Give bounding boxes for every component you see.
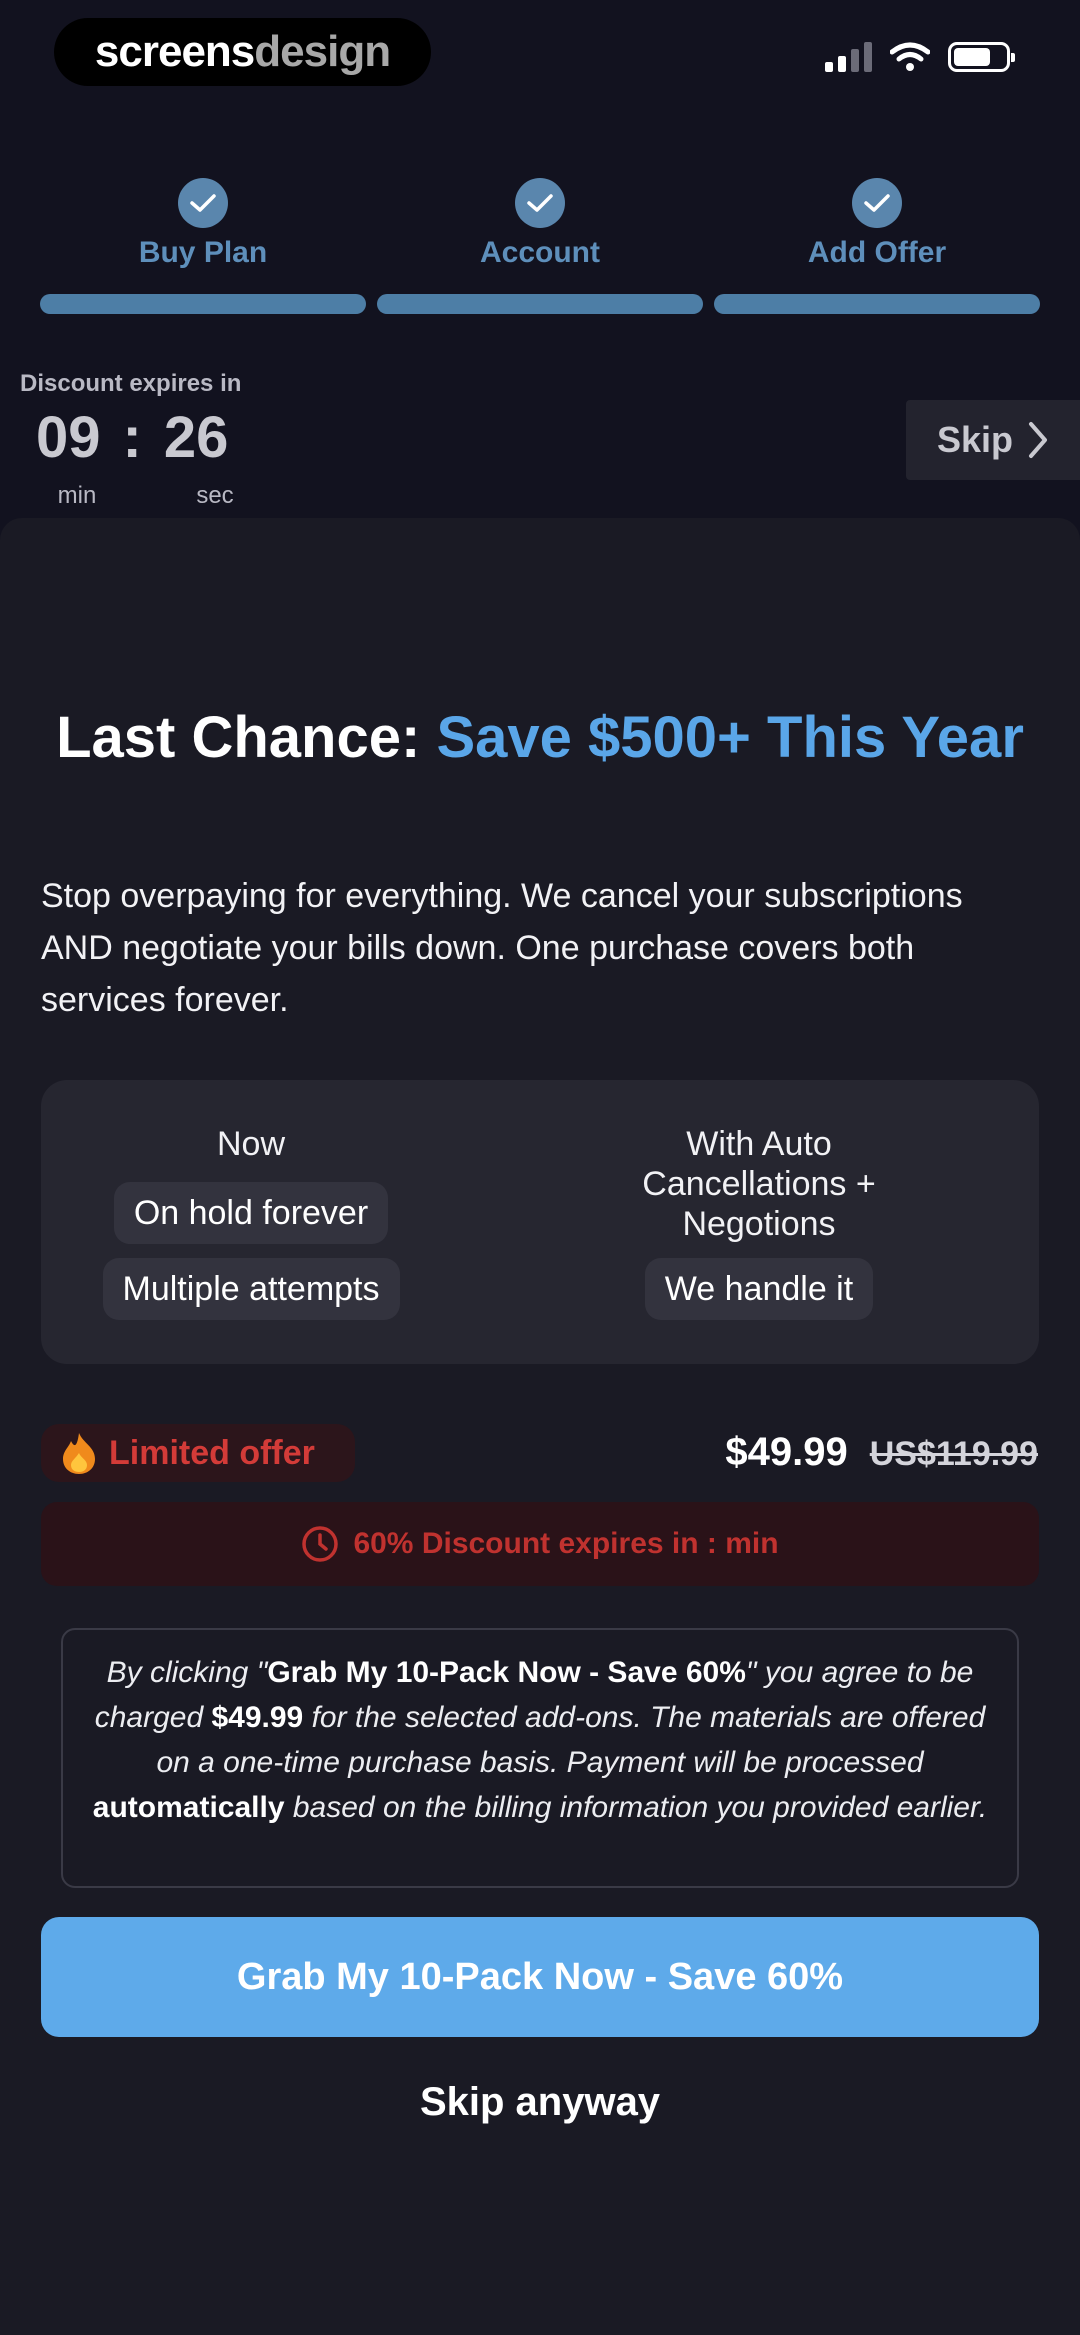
- step-label: Account: [480, 236, 600, 269]
- comparison-chip: Multiple attempts: [102, 1258, 400, 1320]
- timer-min-label: min: [57, 482, 97, 509]
- comparison-now: Now On hold forever Multiple attempts: [101, 1124, 401, 1320]
- terms-notice: By clicking "Grab My 10-Pack Now - Save …: [61, 1628, 1019, 1888]
- step-progress-bar: [714, 294, 1040, 314]
- timer-sec-label: sec: [196, 482, 234, 509]
- terms-bold: automatically: [92, 1791, 285, 1824]
- comparison-chip: We handle it: [644, 1258, 874, 1320]
- clock-icon: [302, 1526, 339, 1562]
- terms-bold: $49.99: [211, 1701, 304, 1734]
- check-icon: [852, 178, 902, 228]
- check-icon: [178, 178, 228, 228]
- limited-offer-label: Limited offer: [109, 1433, 315, 1472]
- comparison-auto: With Auto Cancellations + Negotions We h…: [609, 1124, 909, 1320]
- price-group: $49.99 US$119.99: [725, 1430, 1038, 1475]
- brand-logo: screens design: [54, 18, 431, 86]
- timer-units: min sec: [36, 482, 270, 510]
- discount-expiry-bar: 60% Discount expires in : min: [41, 1502, 1039, 1586]
- timer-title: Discount expires in: [20, 370, 242, 397]
- comparison-auto-title: With Auto Cancellations + Negotions: [642, 1125, 876, 1243]
- step-account: Account: [377, 178, 703, 314]
- skip-label: Skip: [936, 419, 1014, 460]
- comparison-chip: On hold forever: [113, 1182, 389, 1244]
- skip-button[interactable]: Skip: [906, 400, 1080, 480]
- grab-pack-button[interactable]: Grab My 10-Pack Now - Save 60%: [41, 1917, 1039, 2037]
- brand-text-design: design: [254, 27, 391, 76]
- screen: screens design Buy Plan Account Add Offe…: [0, 0, 1080, 2335]
- offer-sheet: Last Chance: Save $500+ This Year Stop o…: [0, 518, 1080, 2335]
- terms-text: based on the billing information you pro…: [284, 1791, 988, 1824]
- comparison-now-title: Now: [216, 1125, 286, 1163]
- step-label: Add Offer: [807, 236, 947, 269]
- check-icon: [515, 178, 565, 228]
- timer-seconds: 26: [163, 405, 229, 470]
- terms-bold: Grab My 10-Pack Now - Save 60%: [267, 1656, 746, 1689]
- fire-icon: [63, 1433, 95, 1474]
- signal-icon: [825, 42, 872, 72]
- timer-separator: :: [122, 405, 142, 470]
- subtext: Stop overpaying for everything. We cance…: [41, 877, 963, 1019]
- step-add-offer: Add Offer: [714, 178, 1040, 314]
- battery-icon: [948, 42, 1015, 72]
- terms-text: By clicking ": [106, 1656, 268, 1689]
- step-progress-bar: [40, 294, 366, 314]
- price-current: $49.99: [725, 1430, 848, 1474]
- timer-minutes: 09: [36, 405, 101, 470]
- comparison-card: Now On hold forever Multiple attempts Wi…: [41, 1080, 1039, 1364]
- headline-accent: Save $500+ This Year: [436, 705, 1024, 770]
- status-icons: [825, 42, 1015, 72]
- chevron-right-icon: [1029, 422, 1048, 458]
- step-buy-plan: Buy Plan: [40, 178, 366, 314]
- discount-expiry-text: 60% Discount expires in : min: [353, 1527, 779, 1560]
- limited-offer-badge: Limited offer: [41, 1424, 355, 1482]
- step-progress-bar: [377, 294, 703, 314]
- brand-text-screens: screens: [94, 27, 255, 76]
- countdown-timer: 09 : 26: [36, 404, 228, 471]
- headline-text: Last Chance:: [56, 705, 437, 770]
- price-original: US$119.99: [869, 1435, 1038, 1473]
- step-label: Buy Plan: [138, 236, 268, 269]
- progress-stepper: Buy Plan Account Add Offer: [40, 178, 1040, 314]
- wifi-icon: [890, 42, 930, 71]
- skip-anyway-button[interactable]: Skip anyway: [0, 2080, 1080, 2125]
- headline: Last Chance: Save $500+ This Year: [40, 698, 1040, 778]
